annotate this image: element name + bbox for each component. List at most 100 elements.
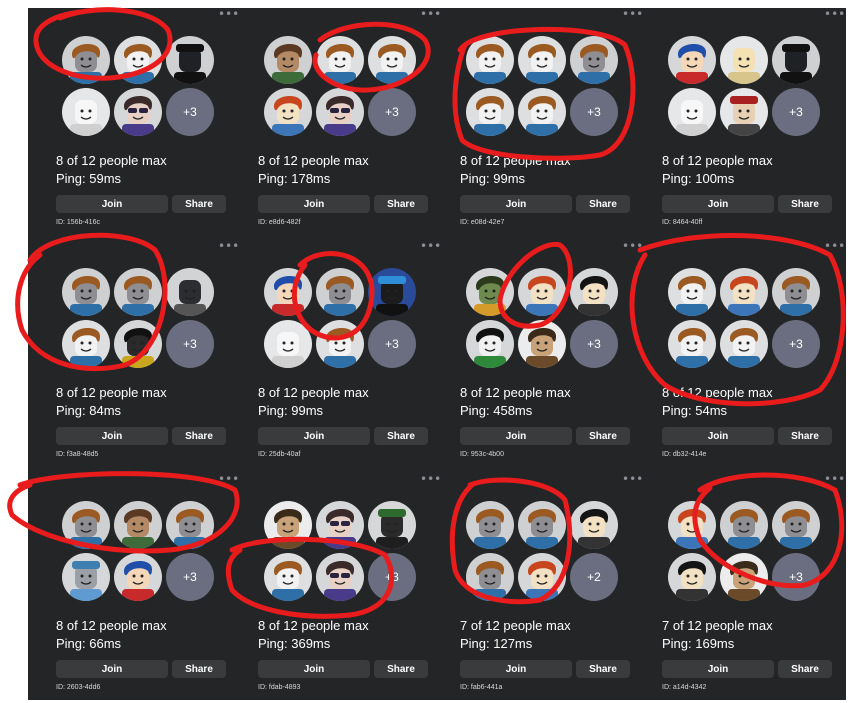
player-avatar-sunglasses[interactable] bbox=[316, 553, 364, 601]
share-button[interactable]: Share bbox=[576, 660, 630, 678]
player-avatar-small-figure[interactable] bbox=[720, 553, 768, 601]
player-avatar-bacon-white[interactable] bbox=[316, 36, 364, 84]
player-avatar-blue-hair[interactable] bbox=[114, 553, 162, 601]
player-avatar-bacon-gray[interactable] bbox=[316, 268, 364, 316]
player-avatar-bacon-gray[interactable] bbox=[518, 501, 566, 549]
server-card: ••• +2 7 of 12 people max Ping: 127ms Jo… bbox=[432, 473, 643, 703]
player-avatar-bacon-gray[interactable] bbox=[62, 501, 110, 549]
player-avatar-bacon-gray[interactable] bbox=[114, 268, 162, 316]
player-avatar-robot-blue[interactable] bbox=[368, 268, 416, 316]
player-avatar-classic-white[interactable] bbox=[264, 320, 312, 368]
player-avatar-sunglasses[interactable] bbox=[316, 88, 364, 136]
player-avatar-black-hair[interactable] bbox=[570, 268, 618, 316]
player-avatar-bacon-white[interactable] bbox=[466, 36, 514, 84]
player-avatar-bacon-white[interactable] bbox=[368, 36, 416, 84]
player-avatar-tan-face[interactable] bbox=[264, 36, 312, 84]
more-players-badge: +3 bbox=[368, 320, 416, 368]
player-avatar-bacon-gray[interactable] bbox=[466, 501, 514, 549]
join-button[interactable]: Join bbox=[460, 427, 572, 445]
share-button[interactable]: Share bbox=[576, 195, 630, 213]
join-button[interactable]: Join bbox=[460, 195, 572, 213]
player-avatar-black-hair[interactable] bbox=[570, 501, 618, 549]
player-avatar-blue-hair[interactable] bbox=[264, 268, 312, 316]
player-avatar-tan-face[interactable] bbox=[114, 501, 162, 549]
player-avatar-sunglasses[interactable] bbox=[316, 501, 364, 549]
share-button[interactable]: Share bbox=[172, 427, 226, 445]
player-avatar-black-hat[interactable] bbox=[772, 36, 820, 84]
more-options-icon[interactable]: ••• bbox=[824, 473, 845, 485]
share-button[interactable]: Share bbox=[172, 660, 226, 678]
server-id: ID: db32-414e bbox=[662, 451, 707, 458]
join-button[interactable]: Join bbox=[662, 660, 774, 678]
player-avatar-bacon-white[interactable] bbox=[264, 553, 312, 601]
share-button[interactable]: Share bbox=[172, 195, 226, 213]
player-avatar-bacon-gray[interactable] bbox=[466, 553, 514, 601]
player-avatar-bacon-gray[interactable] bbox=[62, 36, 110, 84]
share-button[interactable]: Share bbox=[778, 427, 832, 445]
player-avatar-bacon-gray[interactable] bbox=[772, 268, 820, 316]
player-avatar-sunglasses[interactable] bbox=[114, 88, 162, 136]
player-count: 8 of 12 people max bbox=[258, 153, 369, 168]
more-options-icon[interactable]: ••• bbox=[824, 8, 845, 20]
player-avatar-classic-white[interactable] bbox=[668, 88, 716, 136]
player-avatar-bacon-gray[interactable] bbox=[166, 501, 214, 549]
more-players-badge: +3 bbox=[772, 553, 820, 601]
ping-text: Ping: 369ms bbox=[258, 636, 331, 651]
share-button[interactable]: Share bbox=[374, 195, 428, 213]
join-button[interactable]: Join bbox=[258, 660, 370, 678]
server-id: ID: 953c-4b00 bbox=[460, 451, 504, 458]
join-button[interactable]: Join bbox=[460, 660, 572, 678]
player-avatar-bacon-white[interactable] bbox=[518, 36, 566, 84]
player-avatar-blue-hair[interactable] bbox=[668, 36, 716, 84]
share-button[interactable]: Share bbox=[374, 427, 428, 445]
join-button[interactable]: Join bbox=[56, 427, 168, 445]
player-avatar-red-hair[interactable] bbox=[518, 268, 566, 316]
player-avatar-black-hair[interactable] bbox=[668, 553, 716, 601]
join-button[interactable]: Join bbox=[258, 427, 370, 445]
player-avatar-small-figure[interactable] bbox=[264, 501, 312, 549]
server-card: ••• +3 8 of 12 people max Ping: 59ms Joi… bbox=[28, 8, 239, 238]
player-avatar-blue-hat[interactable] bbox=[62, 553, 110, 601]
player-avatar-bacon-gray[interactable] bbox=[570, 36, 618, 84]
player-avatar-bacon-white[interactable] bbox=[668, 268, 716, 316]
player-avatar-robot[interactable] bbox=[166, 268, 214, 316]
join-button[interactable]: Join bbox=[56, 660, 168, 678]
player-avatar-cap-figure[interactable] bbox=[720, 88, 768, 136]
player-avatar-bacon-white[interactable] bbox=[114, 36, 162, 84]
player-avatar-red-hair[interactable] bbox=[518, 553, 566, 601]
player-avatar-red-hair[interactable] bbox=[264, 88, 312, 136]
player-avatar-red-hair[interactable] bbox=[668, 501, 716, 549]
join-button[interactable]: Join bbox=[56, 195, 168, 213]
ping-text: Ping: 99ms bbox=[460, 171, 526, 186]
player-avatar-green-hat[interactable] bbox=[368, 501, 416, 549]
join-button[interactable]: Join bbox=[662, 427, 774, 445]
more-players-badge: +3 bbox=[368, 553, 416, 601]
player-avatar-bacon-gray[interactable] bbox=[720, 501, 768, 549]
more-options-icon[interactable]: ••• bbox=[824, 240, 845, 252]
more-players-badge: +3 bbox=[166, 320, 214, 368]
player-avatar-bacon-white[interactable] bbox=[316, 320, 364, 368]
player-avatar-dark-figure[interactable] bbox=[114, 320, 162, 368]
player-avatar-classic-white[interactable] bbox=[62, 88, 110, 136]
player-count: 8 of 12 people max bbox=[56, 618, 167, 633]
player-avatar-bacon-white[interactable] bbox=[518, 88, 566, 136]
player-count: 8 of 12 people max bbox=[460, 153, 571, 168]
player-avatar-black-hat[interactable] bbox=[166, 36, 214, 84]
share-button[interactable]: Share bbox=[778, 195, 832, 213]
player-avatar-bacon-white[interactable] bbox=[668, 320, 716, 368]
player-avatar-bacon-white[interactable] bbox=[720, 320, 768, 368]
player-avatar-bacon-white[interactable] bbox=[466, 88, 514, 136]
player-avatar-small-figure[interactable] bbox=[518, 320, 566, 368]
join-button[interactable]: Join bbox=[258, 195, 370, 213]
player-avatar-bacon-gray[interactable] bbox=[62, 268, 110, 316]
share-button[interactable]: Share bbox=[374, 660, 428, 678]
player-avatar-green-figure[interactable] bbox=[466, 268, 514, 316]
join-button[interactable]: Join bbox=[662, 195, 774, 213]
player-avatar-red-hair[interactable] bbox=[720, 268, 768, 316]
share-button[interactable]: Share bbox=[778, 660, 832, 678]
player-avatar-bacon-gray[interactable] bbox=[772, 501, 820, 549]
share-button[interactable]: Share bbox=[576, 427, 630, 445]
player-avatar-green-shirt[interactable] bbox=[466, 320, 514, 368]
player-avatar-classic-yellow[interactable] bbox=[720, 36, 768, 84]
player-avatar-bacon-white[interactable] bbox=[62, 320, 110, 368]
